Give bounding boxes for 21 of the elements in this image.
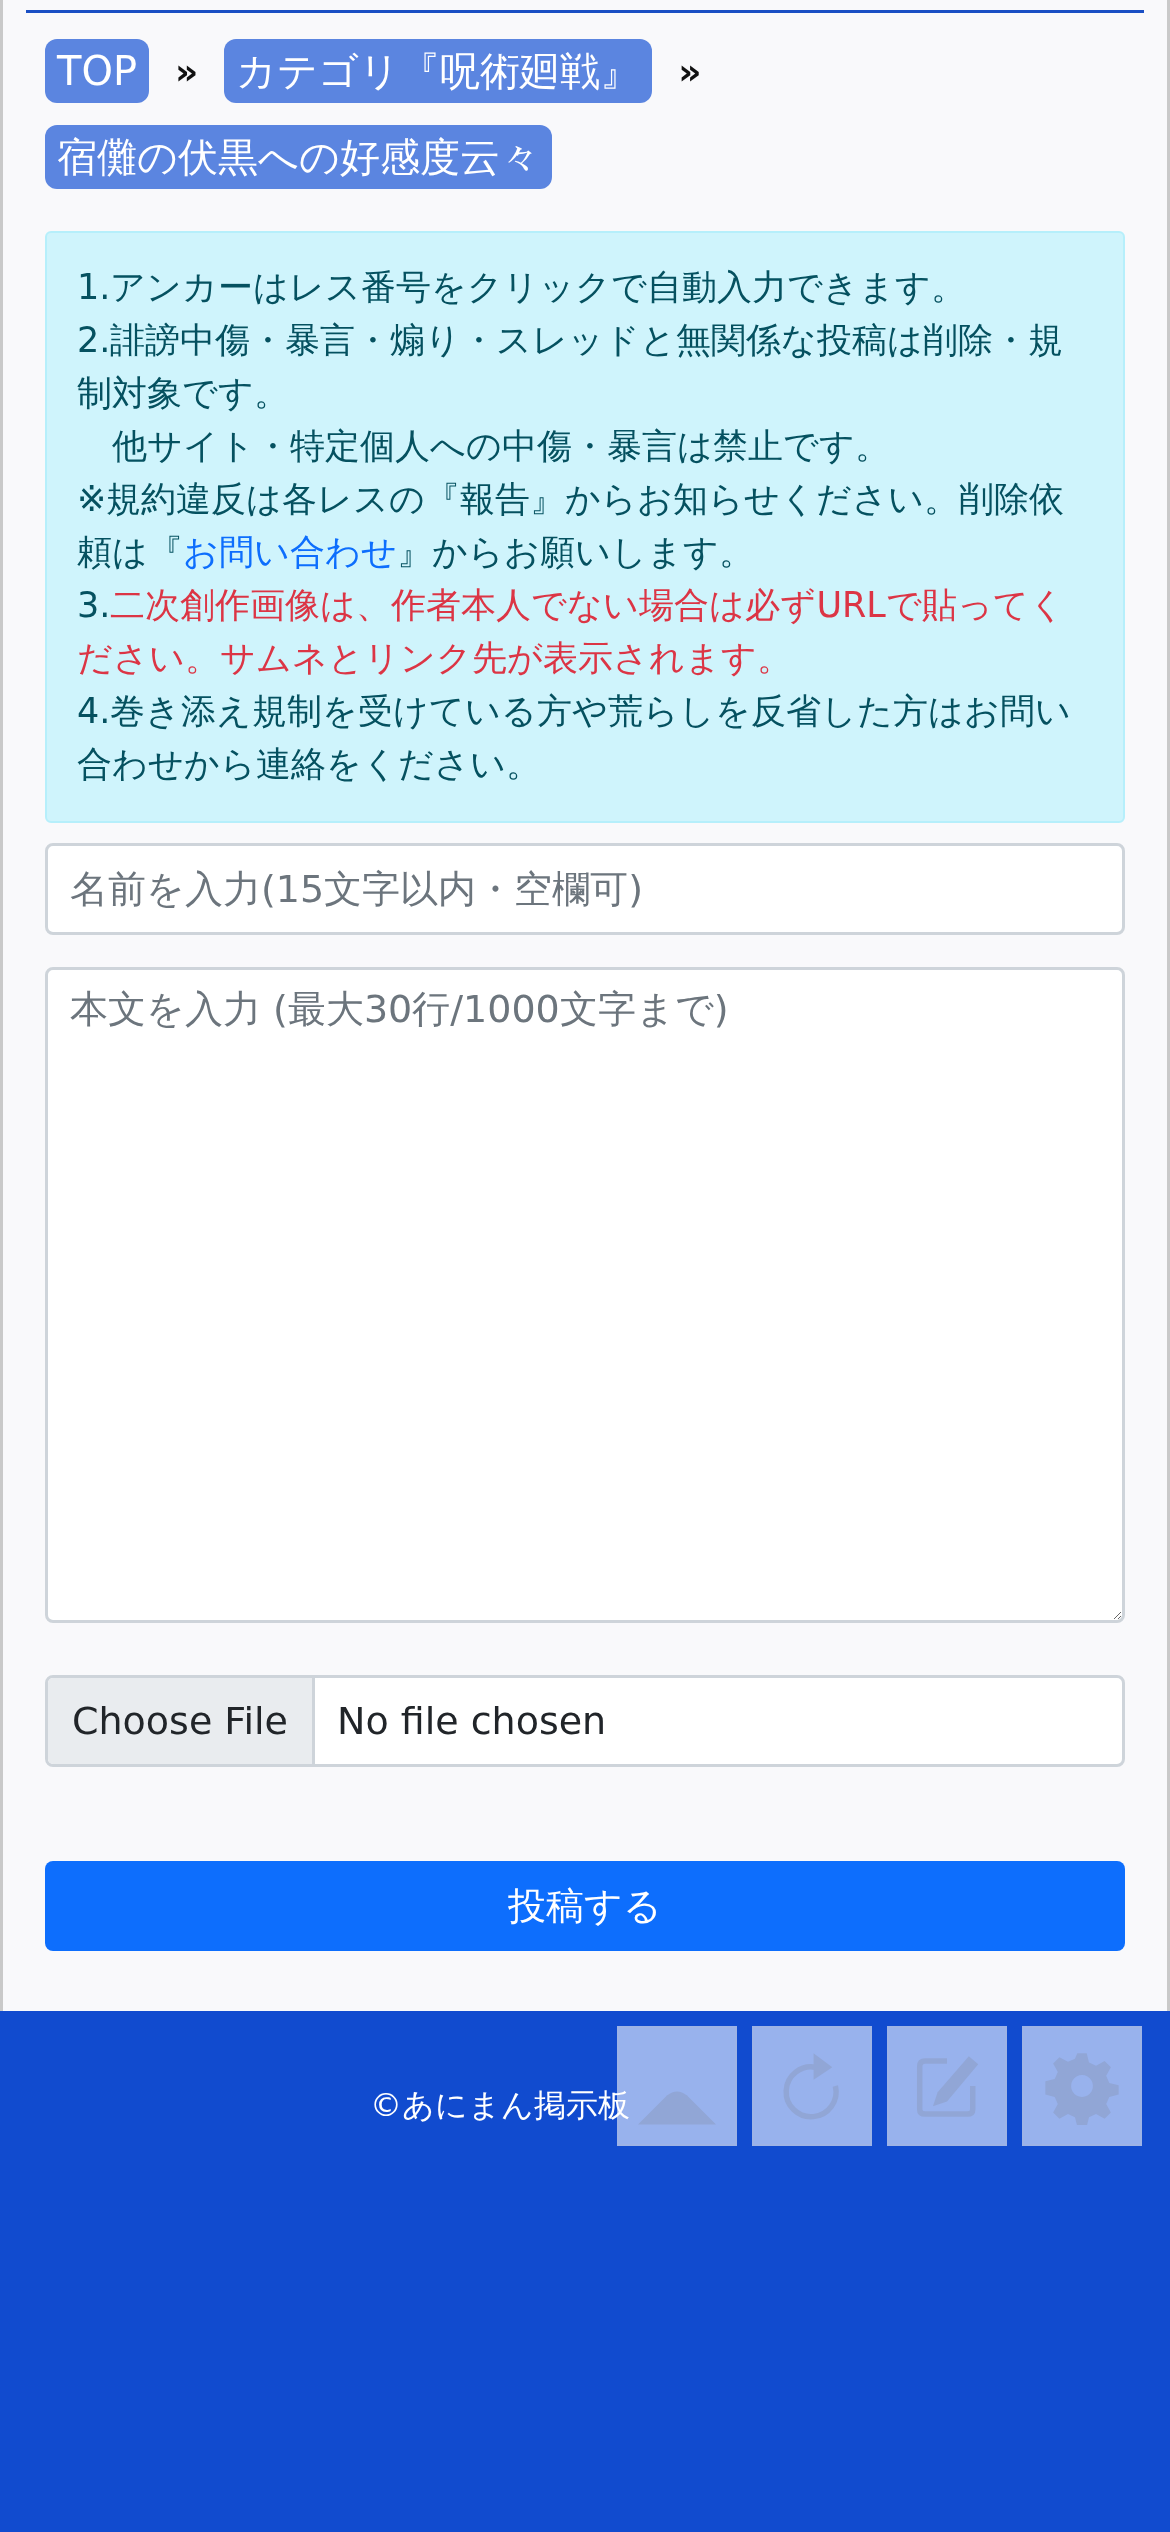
breadcrumb-link[interactable]: TOP xyxy=(45,39,150,103)
breadcrumb-link[interactable]: カテゴリ『呪術廻戦』 xyxy=(224,39,653,103)
write-button[interactable] xyxy=(887,2026,1007,2146)
breadcrumb-link[interactable]: 宿儺の伏黒への好感度云々 xyxy=(45,125,552,189)
notice-text: 3.二次創作画像は、作者本人でない場合は必ずURLで貼ってください。サムネとリンク先が表示されます。 xyxy=(77,584,1066,680)
notice-text: 2.誹謗中傷・暴言・煽り・スレッドと無関係な投稿は削除・規制対象です。 xyxy=(77,319,1065,415)
file-status: No file chosen xyxy=(335,1698,608,1745)
notice-text: 他サイト・特定個人への中傷・暴言は禁止です。 xyxy=(111,425,891,468)
notice-text: 4.巻き添え規制を受けている方や荒らしを反省した方はお問い合わせから連絡をください。 xyxy=(77,690,1073,786)
file-field[interactable]: Choose File No file chosen xyxy=(45,1675,1125,1767)
contact-link[interactable]: お問い合わせ xyxy=(183,532,397,572)
notice-text: 1.アンカーはレス番号をクリックで自動入力できます。 xyxy=(77,266,968,309)
choose-file-button[interactable]: Choose File xyxy=(48,1678,315,1764)
reload-button[interactable] xyxy=(752,2026,872,2146)
settings-button[interactable] xyxy=(1022,2026,1142,2146)
notice-text: ※規約違反は各レスの『報告』からお知らせください。削除依頼は『お問い合わせ』からお願いします。 xyxy=(77,478,1066,574)
body-field[interactable]: 本文を入力 (最大30行/1000文字まで) xyxy=(45,967,1125,1623)
breadcrumb-separator: » xyxy=(678,50,702,92)
name-field[interactable]: 名前を入力(15文字以内・空欄可) xyxy=(45,843,1125,935)
breadcrumb-separator: » xyxy=(175,50,199,92)
submit-button[interactable]: 投稿する xyxy=(45,1861,1125,1951)
